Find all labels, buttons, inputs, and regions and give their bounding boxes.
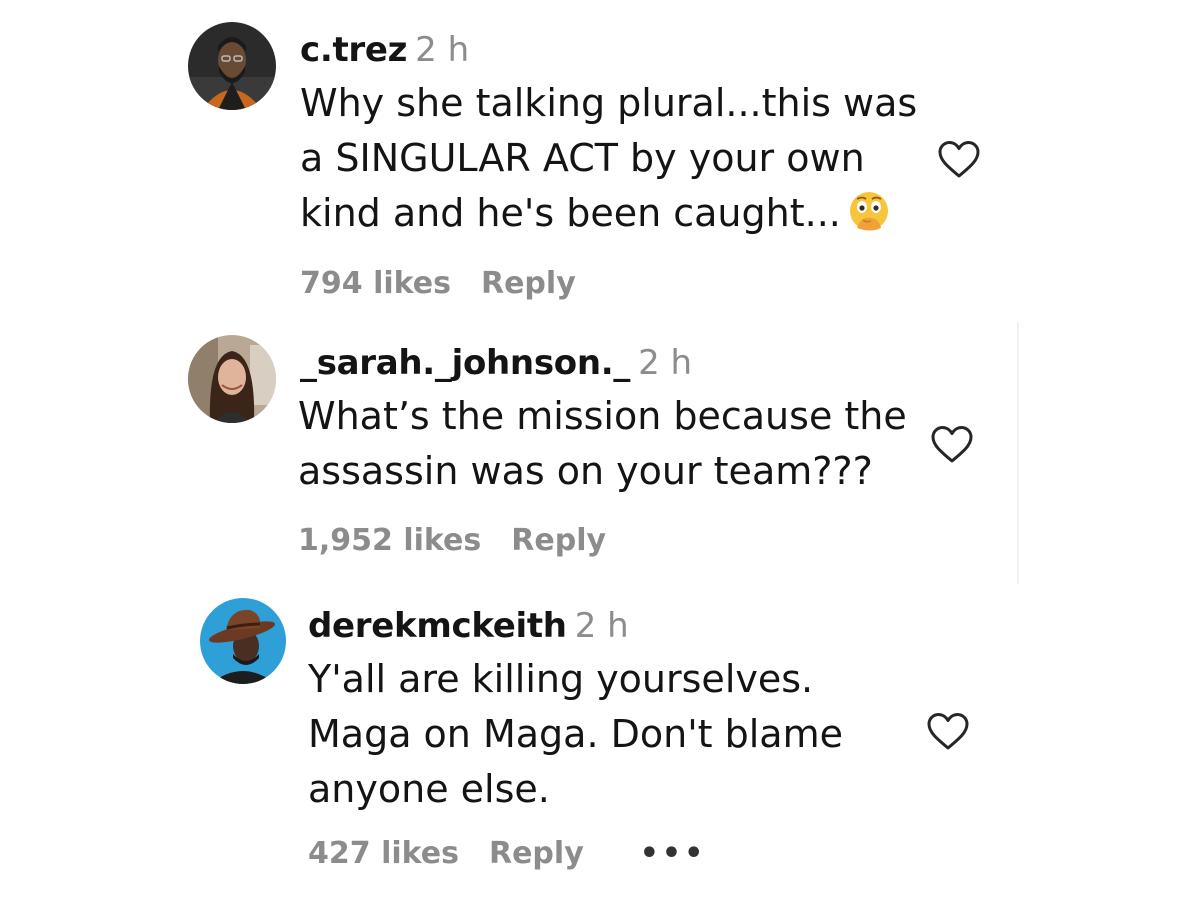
comment-header: _sarah._johnson._ 2 h (300, 343, 692, 383)
more-options-icon[interactable]: ••• (640, 836, 707, 871)
likes-count[interactable]: 1,952 likes (298, 523, 481, 558)
face-with-hand-over-mouth-emoji (847, 190, 891, 234)
heart-outline-icon[interactable] (926, 711, 970, 751)
reply-button[interactable]: Reply (511, 523, 606, 558)
timestamp: 2 h (638, 343, 693, 383)
avatar[interactable] (188, 22, 276, 110)
comment-header: derekmckeith 2 h (308, 606, 629, 646)
username[interactable]: derekmckeith (308, 606, 567, 646)
timestamp: 2 h (415, 30, 470, 70)
username[interactable]: _sarah._johnson._ (300, 343, 630, 383)
likes-count[interactable]: 794 likes (300, 266, 451, 301)
avatar[interactable] (188, 335, 276, 423)
username[interactable]: c.trez (300, 30, 407, 70)
comment-line: Y'all are killing yourselves. (308, 657, 814, 701)
comment-text: What’s the mission because the assassin … (298, 389, 907, 499)
reply-button[interactable]: Reply (489, 836, 584, 871)
comment-line: kind and he's been caught... (300, 186, 917, 241)
comment-text: Y'all are killing yourselves. Maga on Ma… (308, 652, 843, 817)
comment-header: c.trez 2 h (300, 30, 469, 70)
comment-line: Why she talking plural...this was (300, 81, 918, 125)
likes-count[interactable]: 427 likes (308, 836, 459, 871)
heart-outline-icon[interactable] (937, 139, 981, 179)
comment-meta: 1,952 likes Reply (298, 523, 606, 559)
comment-line: What’s the mission because the (298, 394, 907, 438)
avatar[interactable] (200, 598, 286, 684)
comment-meta: 794 likes Reply (300, 266, 576, 302)
scrollbar-track (1017, 322, 1019, 584)
heart-outline-icon[interactable] (930, 424, 974, 464)
comment-line-text: kind and he's been caught... (300, 191, 841, 235)
comment-meta: 427 likes Reply ••• (308, 836, 706, 872)
timestamp: 2 h (574, 606, 629, 646)
comment-line: a SINGULAR ACT by your own (300, 136, 865, 180)
comment-line: anyone else. (308, 767, 550, 811)
reply-button[interactable]: Reply (481, 266, 576, 301)
comment-line: assassin was on your team??? (298, 449, 873, 493)
comment-text: Why she talking plural...this was a SING… (300, 76, 917, 241)
comment-line: Maga on Maga. Don't blame (308, 712, 843, 756)
